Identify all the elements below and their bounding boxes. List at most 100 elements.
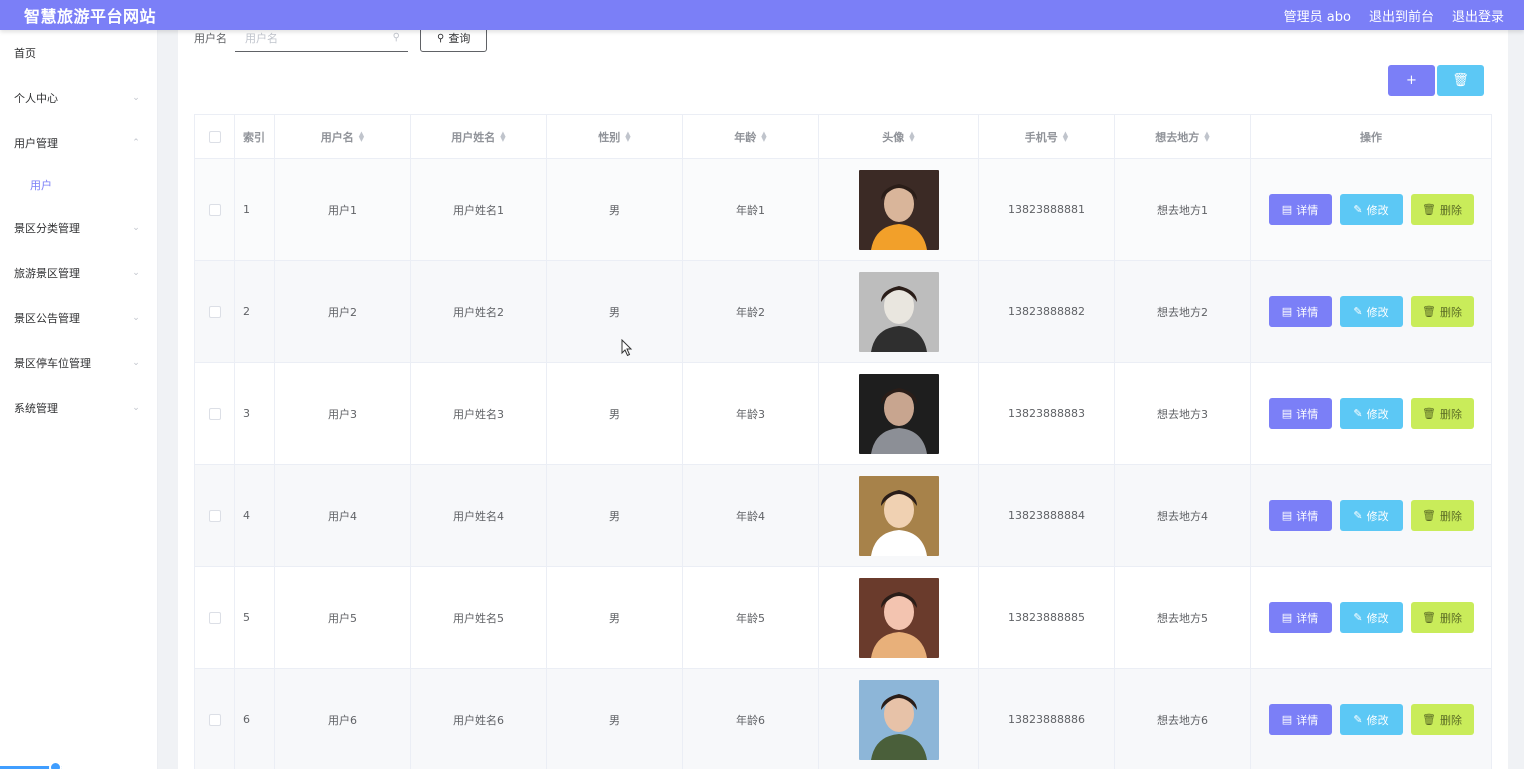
edit-button[interactable]: ✎ 修改 — [1339, 194, 1403, 225]
table-row[interactable]: 2 用户2 用户姓名2 男 年龄2 13823888882 想去地方2 ▤ 详情 … — [195, 261, 1491, 363]
sidebar-item-category[interactable]: 景区分类管理 ⌄ — [0, 205, 157, 250]
row-checkbox[interactable] — [208, 611, 221, 624]
row-checkbox-cell — [195, 669, 235, 769]
cell-age-value: 年龄6 — [736, 713, 765, 727]
user-table: 索引 用户名 ▲ ▼ 用户姓名 ▲ ▼ 性别 ▲ ▼ 年龄 ▲ ▼ 头像 ▲ ▼ 手机号 ▲ ▼ 想去地… — [194, 114, 1492, 769]
detail-button-label: 详情 — [1296, 713, 1319, 727]
avatar[interactable] — [858, 271, 939, 352]
row-checkbox[interactable] — [208, 713, 221, 726]
delete-button[interactable]: 🗑 删除 — [1410, 194, 1474, 225]
cell-phone: 13823888883 — [979, 363, 1115, 464]
sort-icon[interactable]: ▲ ▼ — [500, 130, 505, 142]
table-row[interactable]: 4 用户4 用户姓名4 男 年龄4 13823888884 想去地方4 ▤ 详情 … — [195, 465, 1491, 567]
sort-icon[interactable]: ▲ ▼ — [625, 130, 630, 142]
sort-icon[interactable]: ▲ ▼ — [359, 130, 364, 142]
row-actions: ▤ 详情 ✎ 修改 🗑 删除 — [1268, 296, 1474, 327]
cell-age: 年龄6 — [683, 669, 819, 769]
cell-gender-value: 男 — [609, 713, 620, 727]
delete-button[interactable]: 🗑 删除 — [1410, 296, 1474, 327]
detail-button[interactable]: ▤ 详情 — [1268, 704, 1332, 735]
document-icon: ▤ — [1281, 611, 1293, 624]
top-header: 智慧旅游平台网站 管理员 abo 退出到前台 退出登录 — [0, 0, 1524, 30]
sort-icon[interactable]: ▲ ▼ — [1204, 130, 1209, 142]
edit-button[interactable]: ✎ 修改 — [1339, 602, 1403, 633]
sidebar-scroll-handle[interactable] — [49, 761, 62, 769]
sidebar-item-system[interactable]: 系统管理 ⌄ — [0, 385, 157, 430]
batch-delete-button[interactable]: 🗑 — [1437, 65, 1484, 96]
pencil-icon: ✎ — [1353, 713, 1363, 726]
sidebar-subitem-users[interactable]: 用户 — [0, 165, 157, 205]
document-icon: ▤ — [1281, 713, 1293, 726]
table-row[interactable]: 5 用户5 用户姓名5 男 年龄5 13823888885 想去地方5 ▤ 详情 … — [195, 567, 1491, 669]
avatar[interactable] — [858, 373, 939, 454]
sidebar-item-label: 系统管理 — [14, 401, 58, 415]
plus-icon: + — [1406, 73, 1417, 88]
table-row[interactable]: 1 用户1 用户姓名1 男 年龄1 13823888881 想去地方1 ▤ 详情 … — [195, 159, 1491, 261]
row-checkbox[interactable] — [208, 509, 221, 522]
row-checkbox[interactable] — [208, 203, 221, 216]
delete-button[interactable]: 🗑 删除 — [1410, 704, 1474, 735]
row-checkbox[interactable] — [208, 305, 221, 318]
cell-destination: 想去地方5 — [1115, 567, 1251, 668]
delete-button[interactable]: 🗑 删除 — [1410, 500, 1474, 531]
logout-link[interactable]: 退出登录 — [1452, 6, 1504, 25]
edit-button[interactable]: ✎ 修改 — [1339, 296, 1403, 327]
table-toolbar: + 🗑 — [1388, 65, 1484, 96]
cell-phone-value: 13823888886 — [1008, 713, 1085, 726]
pencil-icon: ✎ — [1353, 407, 1363, 420]
main-panel: 用户名 用户名 ⚲ ⚲ 查询 + 🗑 索引 用户名 ▲ ▼ 用户姓名 ▲ ▼ 性别 ▲ ▼ … — [178, 24, 1508, 769]
edit-button[interactable]: ✎ 修改 — [1339, 398, 1403, 429]
table-row[interactable]: 6 用户6 用户姓名6 男 年龄6 13823888886 想去地方6 ▤ 详情 … — [195, 669, 1491, 769]
chevron-up-icon: ⌃ — [132, 137, 140, 148]
header-gender[interactable]: 性别 ▲ ▼ — [547, 115, 683, 158]
sidebar-item-label: 首页 — [14, 46, 36, 60]
edit-button[interactable]: ✎ 修改 — [1339, 704, 1403, 735]
trash-icon: 🗑 — [1422, 407, 1436, 420]
sort-icon[interactable]: ▲ ▼ — [1063, 130, 1068, 142]
avatar[interactable] — [858, 577, 939, 658]
avatar[interactable] — [858, 169, 939, 250]
table-row[interactable]: 3 用户3 用户姓名3 男 年龄3 13823888883 想去地方3 ▤ 详情 … — [195, 363, 1491, 465]
header-avatar[interactable]: 头像 ▲ ▼ — [819, 115, 979, 158]
cell-gender: 男 — [547, 465, 683, 566]
cell-age-value: 年龄1 — [736, 203, 765, 217]
detail-button[interactable]: ▤ 详情 — [1268, 194, 1332, 225]
cell-avatar — [819, 261, 979, 362]
sidebar-item-user-management[interactable]: 用户管理 ⌃ — [0, 120, 157, 165]
row-checkbox-cell — [195, 159, 235, 260]
row-checkbox[interactable] — [208, 407, 221, 420]
add-button[interactable]: + — [1388, 65, 1435, 96]
sidebar-item-parking[interactable]: 景区停车位管理 ⌄ — [0, 340, 157, 385]
sort-icon[interactable]: ▲ ▼ — [761, 130, 766, 142]
header-destination[interactable]: 想去地方 ▲ ▼ — [1115, 115, 1251, 158]
header-phone[interactable]: 手机号 ▲ ▼ — [979, 115, 1115, 158]
edit-button[interactable]: ✎ 修改 — [1339, 500, 1403, 531]
sidebar-item-notice[interactable]: 景区公告管理 ⌄ — [0, 295, 157, 340]
delete-button[interactable]: 🗑 删除 — [1410, 602, 1474, 633]
sidebar-item-profile[interactable]: 个人中心 ⌄ — [0, 75, 157, 120]
cell-username: 用户4 — [275, 465, 411, 566]
search-placeholder: 用户名 — [245, 31, 278, 45]
cell-age: 年龄4 — [683, 465, 819, 566]
front-link[interactable]: 退出到前台 — [1369, 6, 1434, 25]
pencil-icon: ✎ — [1353, 611, 1363, 624]
sidebar-item-home[interactable]: 首页 — [0, 30, 157, 75]
cell-gender-value: 男 — [609, 509, 620, 523]
sidebar: 首页 个人中心 ⌄ 用户管理 ⌃ 用户 景区分类管理 ⌄ 旅游景区管理 ⌄ 景区… — [0, 30, 158, 769]
select-all-checkbox[interactable] — [208, 130, 221, 143]
avatar[interactable] — [858, 679, 939, 760]
cell-username: 用户3 — [275, 363, 411, 464]
detail-button[interactable]: ▤ 详情 — [1268, 398, 1332, 429]
header-realname[interactable]: 用户姓名 ▲ ▼ — [411, 115, 547, 158]
sort-icon[interactable]: ▲ ▼ — [909, 130, 914, 142]
delete-button[interactable]: 🗑 删除 — [1410, 398, 1474, 429]
detail-button[interactable]: ▤ 详情 — [1268, 296, 1332, 327]
detail-button[interactable]: ▤ 详情 — [1268, 602, 1332, 633]
cell-ops: ▤ 详情 ✎ 修改 🗑 删除 — [1251, 567, 1491, 668]
sidebar-item-scenic[interactable]: 旅游景区管理 ⌄ — [0, 250, 157, 295]
avatar[interactable] — [858, 475, 939, 556]
header-destination-label: 想去地方 — [1155, 130, 1200, 144]
header-age[interactable]: 年龄 ▲ ▼ — [683, 115, 819, 158]
detail-button[interactable]: ▤ 详情 — [1268, 500, 1332, 531]
header-username[interactable]: 用户名 ▲ ▼ — [275, 115, 411, 158]
